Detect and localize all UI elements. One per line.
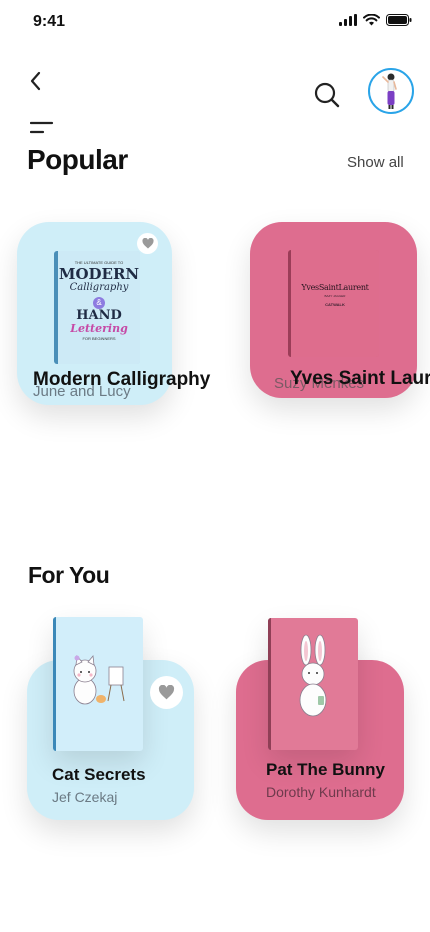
avatar[interactable] bbox=[368, 68, 414, 114]
status-time: 9:41 bbox=[33, 13, 66, 30]
status-icons bbox=[339, 14, 412, 26]
cat-illustration bbox=[73, 655, 125, 705]
book-author: Dorothy Kunhardt bbox=[266, 784, 376, 800]
book-title: Yves Saint Laur bbox=[290, 368, 430, 389]
cover-text: Lettering bbox=[70, 322, 128, 335]
signal-icon bbox=[339, 14, 357, 26]
book-cover: YvesSaintLaurent BAZY JAGGER CATWALK bbox=[288, 250, 379, 357]
favorite-button[interactable] bbox=[150, 676, 183, 709]
cover-text: FOR BEGINNERS bbox=[82, 336, 116, 341]
show-all-link[interactable]: Show all bbox=[347, 154, 404, 171]
heart-icon bbox=[158, 685, 175, 700]
menu-button[interactable] bbox=[29, 120, 54, 136]
book-title: Cat Secrets bbox=[52, 765, 146, 784]
cover-text: HAND bbox=[76, 308, 122, 323]
back-button[interactable] bbox=[26, 70, 48, 92]
menu-icon bbox=[29, 121, 54, 134]
search-button[interactable] bbox=[312, 80, 342, 110]
back-icon bbox=[30, 71, 41, 91]
for-you-title: For You bbox=[28, 562, 110, 588]
cover-text: YvesSaintLaurent bbox=[301, 283, 369, 292]
book-title: Pat The Bunny bbox=[266, 760, 386, 779]
wifi-icon bbox=[363, 14, 380, 26]
book-title: Modern Calligraphy bbox=[33, 369, 211, 390]
cover-text: BAZY JAGGER bbox=[324, 294, 346, 298]
book-author: Jef Czekaj bbox=[52, 789, 118, 805]
cover-text: MODERN bbox=[58, 265, 140, 283]
book-cover bbox=[268, 618, 358, 750]
favorite-button[interactable] bbox=[137, 233, 158, 254]
bunny-illustration bbox=[299, 634, 327, 717]
popular-title: Popular bbox=[27, 144, 128, 175]
search-icon bbox=[314, 82, 340, 108]
cover-text: Calligraphy bbox=[69, 282, 129, 293]
battery-icon bbox=[386, 14, 412, 26]
book-cover bbox=[53, 617, 143, 751]
book-cover: THE ULTIMATE GUIDE TO MODERN Calligraphy… bbox=[54, 251, 140, 364]
heart-icon bbox=[141, 238, 154, 249]
person-illustration bbox=[382, 73, 397, 109]
cover-text: CATWALK bbox=[325, 302, 345, 307]
